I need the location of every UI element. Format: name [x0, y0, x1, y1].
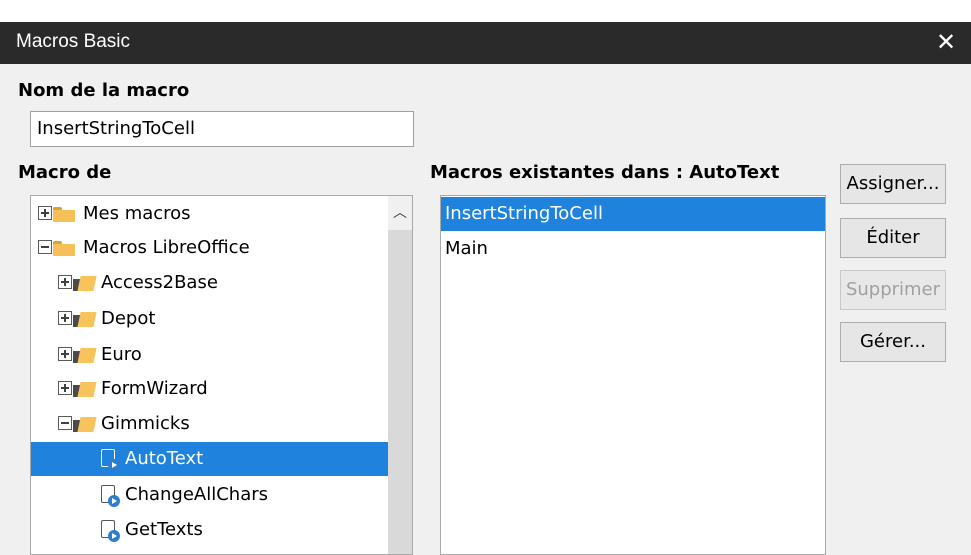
close-icon[interactable]: ✕: [933, 28, 959, 56]
tree-item-access2base[interactable]: Access2Base: [31, 266, 389, 300]
delete-button[interactable]: Supprimer: [840, 270, 946, 310]
tree-item-label: Mes macros: [83, 203, 191, 224]
tree-item-gettexts[interactable]: GetTexts: [31, 513, 389, 547]
library-icon: [73, 417, 97, 432]
tree-item-changeallchars[interactable]: ChangeAllChars: [31, 478, 389, 512]
macro-library-tree[interactable]: Mes macros Macros LibreOffice Access2Bas…: [30, 195, 413, 555]
tree-scrollbar[interactable]: ︿: [388, 196, 412, 554]
tree-item-macros-libreoffice[interactable]: Macros LibreOffice: [31, 231, 389, 265]
library-icon: [73, 382, 97, 397]
library-icon: [73, 312, 97, 327]
folder-icon: [53, 207, 75, 222]
tree-item-label: Euro: [101, 344, 142, 365]
expand-icon[interactable]: [58, 381, 72, 395]
basic-module-icon: [99, 520, 120, 542]
tree-item-autotext[interactable]: AutoText: [31, 442, 389, 476]
existing-macros-label: Macros existantes dans : AutoText: [430, 162, 780, 183]
tree-item-label: GetTexts: [125, 519, 203, 540]
title-bar: Macros Basic ✕: [0, 22, 971, 64]
macro-name-input[interactable]: InsertStringToCell: [30, 111, 414, 147]
edit-button[interactable]: Éditer: [840, 218, 946, 258]
collapse-icon[interactable]: [38, 240, 52, 254]
basic-module-icon: [99, 485, 120, 507]
tree-item-label: ChangeAllChars: [125, 484, 269, 505]
library-icon: [73, 276, 97, 291]
collapse-icon[interactable]: [58, 416, 72, 430]
expand-icon[interactable]: [58, 275, 72, 289]
screen-top-strip: [0, 0, 971, 22]
tree-item-formwizard[interactable]: FormWizard: [31, 372, 389, 406]
expand-icon[interactable]: [58, 311, 72, 325]
tree-item-label: Access2Base: [101, 272, 218, 293]
existing-macros-list[interactable]: InsertStringToCell Main: [440, 195, 826, 555]
tree-item-label: Depot: [101, 308, 156, 329]
list-item[interactable]: InsertStringToCell: [441, 197, 825, 231]
tree-item-gimmicks[interactable]: Gimmicks: [31, 407, 389, 441]
scroll-up-icon[interactable]: ︿: [388, 196, 412, 230]
basic-module-icon: [99, 449, 120, 471]
tree-item-mes-macros[interactable]: Mes macros: [31, 197, 389, 231]
tree-item-label: AutoText: [125, 448, 204, 469]
folder-icon: [53, 241, 75, 256]
tree-item-label: FormWizard: [101, 378, 208, 399]
expand-icon[interactable]: [58, 347, 72, 361]
tree-item-label: Macros LibreOffice: [83, 237, 250, 258]
list-item[interactable]: Main: [441, 232, 825, 266]
macro-from-label: Macro de: [18, 162, 112, 183]
window-title: Macros Basic: [16, 31, 131, 52]
library-icon: [73, 348, 97, 363]
manage-button[interactable]: Gérer...: [840, 322, 946, 362]
macro-name-label: Nom de la macro: [18, 80, 190, 101]
tree-item-depot[interactable]: Depot: [31, 302, 389, 336]
tree-item-euro[interactable]: Euro: [31, 338, 389, 372]
tree-item-label: Gimmicks: [101, 413, 190, 434]
assign-button[interactable]: Assigner...: [840, 164, 946, 204]
expand-icon[interactable]: [38, 206, 52, 220]
